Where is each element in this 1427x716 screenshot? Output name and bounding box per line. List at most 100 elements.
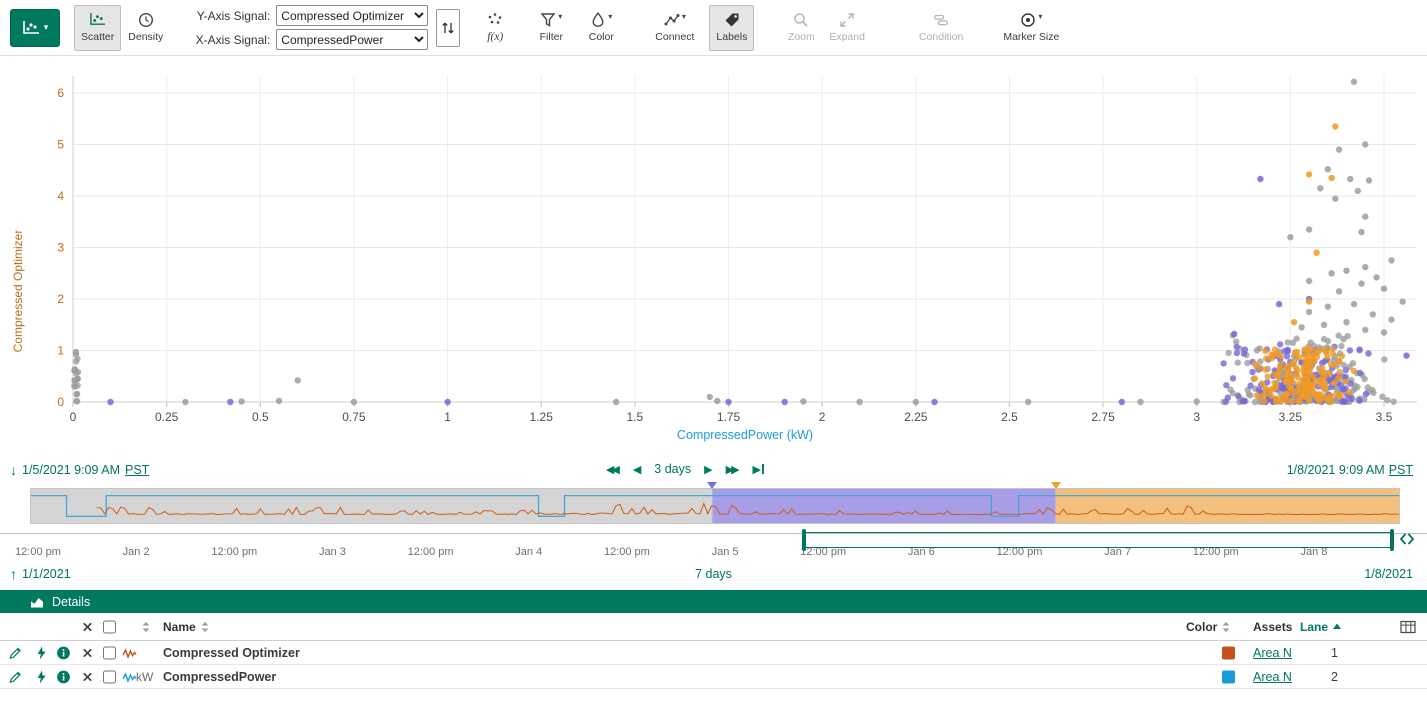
scatter-point[interactable] bbox=[182, 399, 188, 405]
scatter-point[interactable] bbox=[1276, 301, 1282, 307]
scatter-point[interactable] bbox=[1294, 367, 1300, 373]
scatter-point[interactable] bbox=[1261, 398, 1267, 404]
scatter-point[interactable] bbox=[1025, 399, 1031, 405]
scatter-point[interactable] bbox=[1328, 270, 1334, 276]
scatter-point[interactable] bbox=[227, 399, 233, 405]
scatter-point[interactable] bbox=[1362, 327, 1368, 333]
scatter-point[interactable] bbox=[1340, 386, 1346, 392]
scatter-point[interactable] bbox=[1275, 371, 1281, 377]
scatter-point[interactable] bbox=[1326, 370, 1332, 376]
scatter-point[interactable] bbox=[1373, 274, 1379, 280]
edit-icon[interactable] bbox=[8, 669, 23, 684]
scatter-point[interactable] bbox=[1322, 386, 1328, 392]
scatter-point[interactable] bbox=[1350, 360, 1356, 366]
scatter-point[interactable] bbox=[1278, 353, 1284, 359]
scatter-point[interactable] bbox=[1263, 355, 1269, 361]
column-header-assets[interactable]: Assets bbox=[1253, 620, 1292, 634]
scatter-point[interactable] bbox=[1254, 392, 1260, 398]
color-button[interactable]: ▾ Color bbox=[580, 5, 622, 51]
scatter-point[interactable] bbox=[782, 399, 788, 405]
scatter-point[interactable] bbox=[1305, 385, 1311, 391]
scatter-point[interactable] bbox=[1313, 250, 1319, 256]
scatter-point[interactable] bbox=[1321, 336, 1327, 342]
info-icon[interactable] bbox=[56, 645, 71, 660]
scatter-point[interactable] bbox=[1325, 166, 1331, 172]
scatter-point[interactable] bbox=[1390, 399, 1396, 405]
tool-selector-button[interactable]: ▾ bbox=[10, 9, 60, 47]
scatter-point[interactable] bbox=[1194, 398, 1200, 404]
scatter-point[interactable] bbox=[1400, 298, 1406, 304]
scatter-point[interactable] bbox=[1362, 141, 1368, 147]
scatter-point[interactable] bbox=[856, 399, 862, 405]
scatter-point[interactable] bbox=[1235, 392, 1241, 398]
scatter-point[interactable] bbox=[1300, 366, 1306, 372]
scatter-point[interactable] bbox=[1287, 234, 1293, 240]
range-start-timezone-link[interactable]: PST bbox=[125, 463, 149, 477]
scatter-point[interactable] bbox=[1370, 390, 1376, 396]
scatter-point[interactable] bbox=[1230, 375, 1236, 381]
time-range-selector[interactable] bbox=[803, 532, 1393, 548]
lightning-icon[interactable] bbox=[34, 669, 48, 684]
scatter-point[interactable] bbox=[1331, 380, 1337, 386]
fx-button[interactable]: f(x) bbox=[474, 5, 516, 51]
scatter-point[interactable] bbox=[1340, 336, 1346, 342]
scatter-point[interactable] bbox=[1295, 397, 1301, 403]
scatter-point[interactable] bbox=[1277, 396, 1283, 402]
lightning-icon[interactable] bbox=[34, 645, 48, 660]
scatter-point[interactable] bbox=[1338, 343, 1344, 349]
scatter-point[interactable] bbox=[1252, 375, 1258, 381]
scatter-point[interactable] bbox=[1388, 316, 1394, 322]
scatter-point[interactable] bbox=[73, 370, 79, 376]
scatter-point[interactable] bbox=[1366, 177, 1372, 183]
range-end-timezone-link[interactable]: PST bbox=[1389, 463, 1413, 477]
scatter-point[interactable] bbox=[1319, 365, 1325, 371]
connect-button[interactable]: ▾ Connect bbox=[648, 5, 701, 51]
color-swatch[interactable] bbox=[1222, 670, 1235, 683]
item-name[interactable]: CompressedPower bbox=[163, 670, 276, 684]
scatter-point[interactable] bbox=[1336, 146, 1342, 152]
scatter-point[interactable] bbox=[1291, 359, 1297, 365]
scatter-point[interactable] bbox=[1225, 350, 1231, 356]
scatter-point[interactable] bbox=[1220, 360, 1226, 366]
scatter-point[interactable] bbox=[1349, 396, 1355, 402]
scatter-point[interactable] bbox=[1356, 398, 1362, 404]
expand-range-icon[interactable] bbox=[1398, 530, 1416, 548]
scatter-point[interactable] bbox=[1325, 304, 1331, 310]
scatter-point[interactable] bbox=[1284, 363, 1290, 369]
scatter-point[interactable] bbox=[73, 349, 79, 355]
row-checkbox[interactable] bbox=[103, 646, 116, 659]
scatter-point[interactable] bbox=[1356, 346, 1362, 352]
scatter-point[interactable] bbox=[1306, 309, 1312, 315]
scatter-point[interactable] bbox=[1233, 344, 1239, 350]
asset-link[interactable]: Area N bbox=[1253, 646, 1292, 660]
scatter-point[interactable] bbox=[1265, 373, 1271, 379]
scatter-point[interactable] bbox=[1330, 351, 1336, 357]
scatter-point[interactable] bbox=[913, 399, 919, 405]
scatter-point[interactable] bbox=[1137, 399, 1143, 405]
scatter-point[interactable] bbox=[1388, 257, 1394, 263]
remove-icon[interactable] bbox=[81, 670, 94, 683]
scatter-point[interactable] bbox=[1254, 347, 1260, 353]
scatter-point[interactable] bbox=[1270, 352, 1276, 358]
scatter-point[interactable] bbox=[714, 398, 720, 404]
scatter-point[interactable] bbox=[1337, 369, 1343, 375]
scatter-point[interactable] bbox=[800, 398, 806, 404]
scatter-point[interactable] bbox=[1339, 353, 1345, 359]
scatter-point[interactable] bbox=[1305, 359, 1311, 365]
scatter-point[interactable] bbox=[1295, 387, 1301, 393]
scatter-point[interactable] bbox=[1363, 391, 1369, 397]
details-panel-header[interactable]: Details bbox=[0, 590, 1427, 613]
scatter-point[interactable] bbox=[1327, 395, 1333, 401]
scatter-point[interactable] bbox=[1332, 123, 1338, 129]
scatter-point[interactable] bbox=[1306, 226, 1312, 232]
scatter-point[interactable] bbox=[1262, 348, 1268, 354]
scatter-point[interactable] bbox=[1313, 348, 1319, 354]
scatter-point[interactable] bbox=[71, 383, 77, 389]
scatter-point[interactable] bbox=[1293, 335, 1299, 341]
timeline-minimap[interactable] bbox=[30, 488, 1400, 524]
scatter-point[interactable] bbox=[1292, 350, 1298, 356]
scatter-point[interactable] bbox=[1379, 394, 1385, 400]
scatter-point[interactable] bbox=[1324, 353, 1330, 359]
scatter-point[interactable] bbox=[1241, 350, 1247, 356]
scatter-point[interactable] bbox=[238, 398, 244, 404]
